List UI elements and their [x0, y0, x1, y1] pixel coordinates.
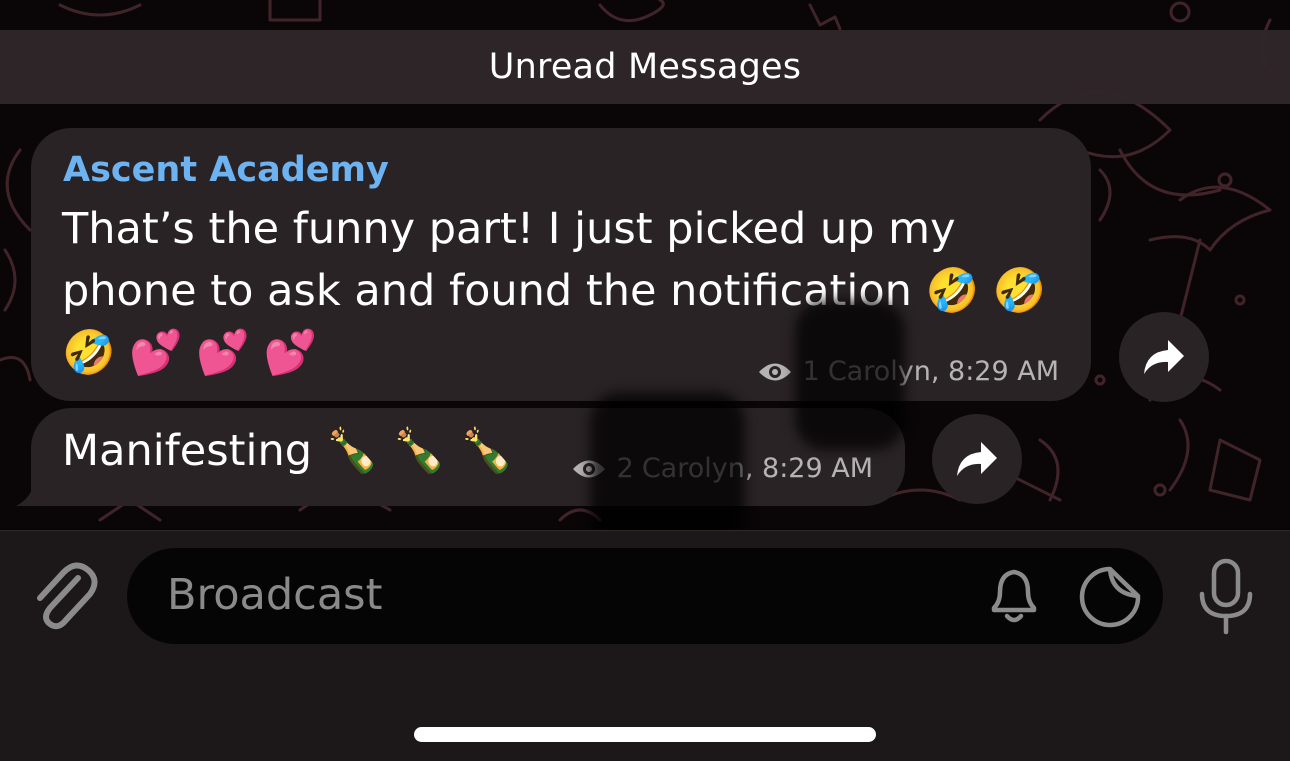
unread-messages-label: Unread Messages — [488, 47, 802, 87]
message-text: Manifesting 🍾 🍾 🍾 — [62, 426, 514, 476]
chat-screen: Unread Messages Ascent Academy That’s th… — [0, 0, 1290, 761]
share-button[interactable] — [932, 414, 1022, 504]
share-arrow-icon — [1144, 340, 1184, 374]
voice-message-button[interactable] — [1194, 558, 1258, 636]
screen-smudge — [795, 300, 905, 450]
eye-icon — [757, 361, 793, 383]
sticker-icon — [1079, 566, 1141, 628]
sticker-button[interactable] — [1078, 566, 1142, 628]
broadcast-placeholder: Broadcast — [167, 570, 383, 620]
share-button[interactable] — [1119, 312, 1209, 402]
share-arrow-icon — [957, 442, 997, 476]
silent-broadcast-toggle[interactable] — [984, 564, 1044, 628]
screen-smudge — [590, 392, 745, 552]
sender-name[interactable]: Ascent Academy — [63, 150, 389, 190]
paperclip-icon — [37, 562, 98, 630]
bell-icon — [991, 569, 1037, 623]
attach-button[interactable] — [30, 556, 98, 632]
message-bubble[interactable]: Ascent Academy That’s the funny part! I … — [31, 128, 1091, 401]
home-indicator[interactable] — [414, 727, 876, 742]
unread-messages-banner: Unread Messages — [0, 30, 1290, 104]
microphone-icon — [1199, 558, 1253, 635]
message-bubble[interactable]: Manifesting 🍾 🍾 🍾 2 Carolyn, 8:29 AM — [31, 408, 905, 506]
